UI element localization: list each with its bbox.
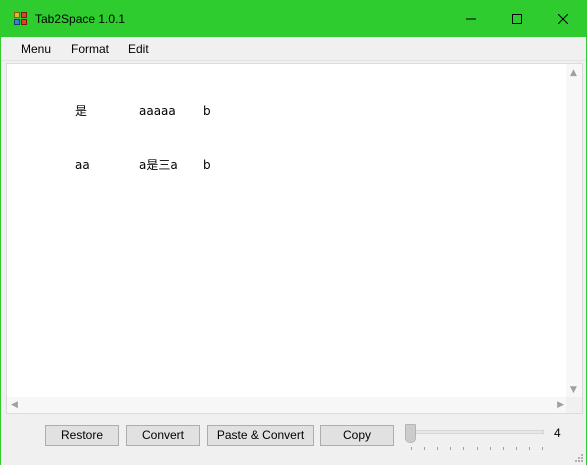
bottom-toolbar: Restore Convert Paste & Convert Copy 4	[1, 415, 586, 465]
horizontal-scrollbar[interactable]: ◀ ▶	[7, 397, 568, 413]
tab-width-slider[interactable]	[410, 430, 544, 434]
scroll-down-icon[interactable]: ▼	[570, 385, 577, 395]
slider-tick	[463, 447, 464, 450]
text-line: 是 aaaaa b	[75, 102, 568, 120]
maximize-button[interactable]	[494, 1, 540, 37]
text-editor[interactable]: 是 aaaaa b aa a是三a b ▲ ▼ ◀ ▶	[6, 63, 583, 414]
minimize-button[interactable]	[448, 1, 494, 37]
slider-tick	[411, 447, 412, 450]
text-cell: a是三a	[139, 158, 178, 172]
scroll-right-icon[interactable]: ▶	[557, 400, 564, 410]
slider-tick	[503, 447, 504, 450]
slider-tick	[490, 447, 491, 450]
editor-text-area[interactable]: 是 aaaaa b aa a是三a b	[7, 64, 568, 399]
slider-ticks	[411, 447, 543, 451]
convert-button[interactable]: Convert	[126, 425, 200, 446]
title-bar[interactable]: Tab2Space 1.0.1	[1, 1, 586, 37]
close-button[interactable]	[540, 1, 586, 37]
slider-tick	[542, 447, 543, 450]
text-cell: aa	[75, 158, 90, 172]
tab-width-slider-thumb[interactable]	[405, 424, 416, 443]
minimize-icon	[466, 18, 476, 20]
slider-tick	[424, 447, 425, 450]
text-cell: 是	[75, 104, 88, 118]
menu-item-format[interactable]: Format	[69, 42, 111, 56]
paste-convert-button[interactable]: Paste & Convert	[207, 425, 314, 446]
slider-tick	[477, 447, 478, 450]
text-cell: b	[203, 158, 211, 172]
slider-tick	[437, 447, 438, 450]
scroll-up-icon[interactable]: ▲	[570, 68, 577, 78]
text-line: aa a是三a b	[75, 156, 568, 174]
tab-width-value: 4	[554, 426, 561, 440]
vertical-scrollbar[interactable]: ▲ ▼	[566, 64, 582, 399]
text-cell: aaaaa	[139, 104, 176, 118]
slider-tick	[529, 447, 530, 450]
app-icon	[14, 12, 28, 26]
window-title: Tab2Space 1.0.1	[35, 12, 126, 26]
copy-button[interactable]: Copy	[320, 425, 394, 446]
resize-grip-icon[interactable]	[573, 452, 583, 462]
menu-item-edit[interactable]: Edit	[126, 42, 151, 56]
scroll-left-icon[interactable]: ◀	[11, 400, 18, 410]
app-window: Tab2Space 1.0.1 Menu Format Edit 是 aaaaa…	[0, 0, 587, 465]
close-icon	[558, 14, 568, 24]
slider-tick	[450, 447, 451, 450]
menu-bar: Menu Format Edit	[1, 37, 586, 61]
restore-button[interactable]: Restore	[45, 425, 119, 446]
slider-tick	[516, 447, 517, 450]
maximize-icon	[512, 14, 522, 24]
text-cell: b	[203, 104, 211, 118]
scroll-corner	[566, 397, 582, 413]
menu-item-menu[interactable]: Menu	[19, 42, 53, 56]
